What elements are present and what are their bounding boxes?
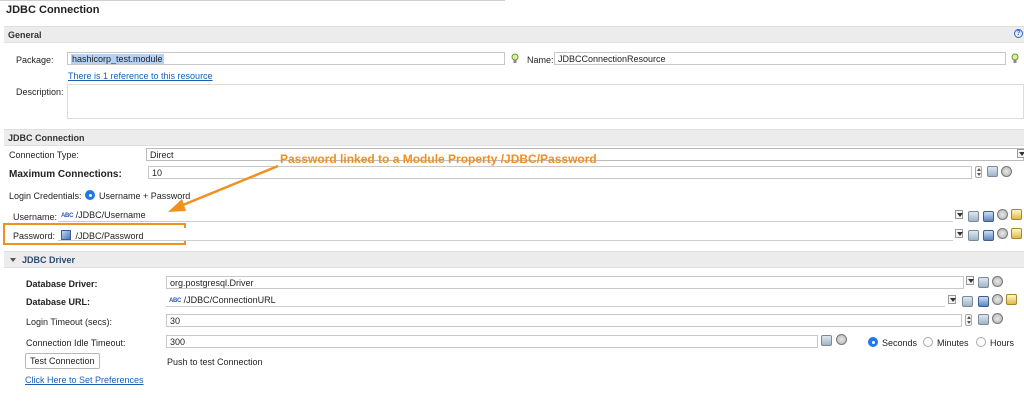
clear-icon[interactable] — [836, 334, 847, 345]
username-password-radio[interactable] — [85, 190, 95, 200]
gear-icon[interactable] — [968, 211, 979, 222]
gear-icon[interactable] — [962, 296, 973, 307]
clear-icon[interactable] — [992, 276, 1003, 287]
top-divider — [0, 0, 505, 1]
username-dropdown-icon[interactable] — [955, 210, 963, 219]
set-preferences-link[interactable]: Click Here to Set Preferences — [25, 375, 144, 385]
database-url-field[interactable]: ABC /JDBC/ConnectionURL — [166, 294, 945, 307]
unit-hours-label: Hours — [990, 338, 1015, 348]
password-field[interactable]: /JDBC/Password — [58, 228, 953, 241]
package-field[interactable]: hashicorp_test.module — [67, 52, 505, 65]
module-property-icon[interactable] — [983, 230, 994, 241]
description-field[interactable] — [67, 84, 1024, 119]
section-jdbc-driver-label: JDBC Driver — [22, 255, 76, 265]
test-connection-hint: Push to test Connection — [167, 357, 263, 367]
module-property-icon — [61, 230, 71, 240]
username-value: /JDBC/Username — [75, 210, 146, 220]
section-general-label: General — [8, 30, 42, 40]
section-jdbc-driver[interactable]: JDBC Driver — [4, 251, 1024, 268]
module-property-icon[interactable] — [983, 211, 994, 222]
password-value: /JDBC/Password — [75, 231, 144, 241]
database-driver-label: Database Driver: — [26, 279, 98, 289]
revert-icon[interactable] — [1006, 294, 1017, 305]
help-icon[interactable]: ? — [1014, 29, 1023, 38]
unit-minutes-radio[interactable] — [923, 337, 933, 347]
login-credentials-label: Login Credentials: — [9, 191, 82, 201]
module-property-picker-icon[interactable] — [821, 335, 832, 346]
idle-timeout-field[interactable]: 300 — [166, 335, 818, 348]
description-label: Description: — [16, 87, 64, 97]
lightbulb-icon[interactable] — [1011, 53, 1019, 64]
database-url-label: Database URL: — [26, 297, 91, 307]
annotation-arrow-icon — [168, 164, 279, 212]
abc-string-icon: ABC — [61, 213, 74, 219]
unit-seconds-label: Seconds — [882, 338, 918, 348]
name-field[interactable]: JDBCConnectionResource — [554, 52, 1006, 65]
page-title: JDBC Connection — [6, 4, 100, 16]
max-connections-label: Maximum Connections: — [9, 169, 122, 180]
clear-icon[interactable] — [1001, 166, 1012, 177]
module-property-icon[interactable] — [978, 296, 989, 307]
test-connection-button[interactable]: Test Connection — [25, 353, 100, 369]
package-label: Package: — [16, 55, 54, 65]
lightbulb-icon[interactable] — [511, 53, 519, 64]
module-property-picker-icon[interactable] — [987, 166, 998, 177]
connection-type-label: Connection Type: — [9, 150, 79, 160]
clear-icon[interactable] — [997, 209, 1008, 220]
driver-dropdown-icon[interactable] — [966, 276, 974, 285]
unit-seconds-radio[interactable] — [868, 337, 878, 347]
password-dropdown-icon[interactable] — [955, 229, 963, 238]
connection-type-dropdown-icon[interactable] — [1017, 149, 1024, 158]
gear-icon[interactable] — [968, 230, 979, 241]
database-url-value: /JDBC/ConnectionURL — [183, 295, 276, 305]
collapse-chevron-icon — [10, 258, 16, 262]
unit-minutes-label: Minutes — [937, 338, 969, 348]
annotation-text: Password linked to a Module Property /JD… — [280, 152, 597, 166]
section-jdbc-connection: JDBC Connection — [4, 129, 1024, 146]
login-timeout-spinner-icon[interactable] — [965, 314, 972, 326]
clear-icon[interactable] — [997, 228, 1008, 239]
section-general: General — [4, 26, 1024, 43]
clear-icon[interactable] — [992, 294, 1003, 305]
url-dropdown-icon[interactable] — [948, 295, 956, 304]
login-timeout-field[interactable]: 30 — [166, 314, 962, 327]
abc-string-icon: ABC — [169, 298, 182, 304]
password-label: Password: — [13, 231, 56, 241]
reference-link[interactable]: There is 1 reference to this resource — [68, 71, 213, 81]
revert-icon[interactable] — [1011, 209, 1022, 220]
unit-hours-radio[interactable] — [976, 337, 986, 347]
package-value: hashicorp_test.module — [71, 54, 164, 64]
username-label: Username: — [13, 212, 58, 222]
section-jdbc-connection-label: JDBC Connection — [8, 133, 85, 143]
name-label: Name: — [527, 55, 554, 65]
idle-timeout-label: Connection Idle Timeout: — [26, 338, 126, 348]
database-driver-select[interactable]: org.postgresql.Driver — [166, 276, 964, 289]
revert-icon[interactable] — [1011, 228, 1022, 239]
driver-picker-icon[interactable] — [978, 277, 989, 288]
clear-icon[interactable] — [992, 313, 1003, 324]
max-connections-spinner-icon[interactable] — [975, 166, 982, 178]
module-property-picker-icon[interactable] — [978, 314, 989, 325]
login-timeout-label: Login Timeout (secs): — [26, 317, 113, 327]
